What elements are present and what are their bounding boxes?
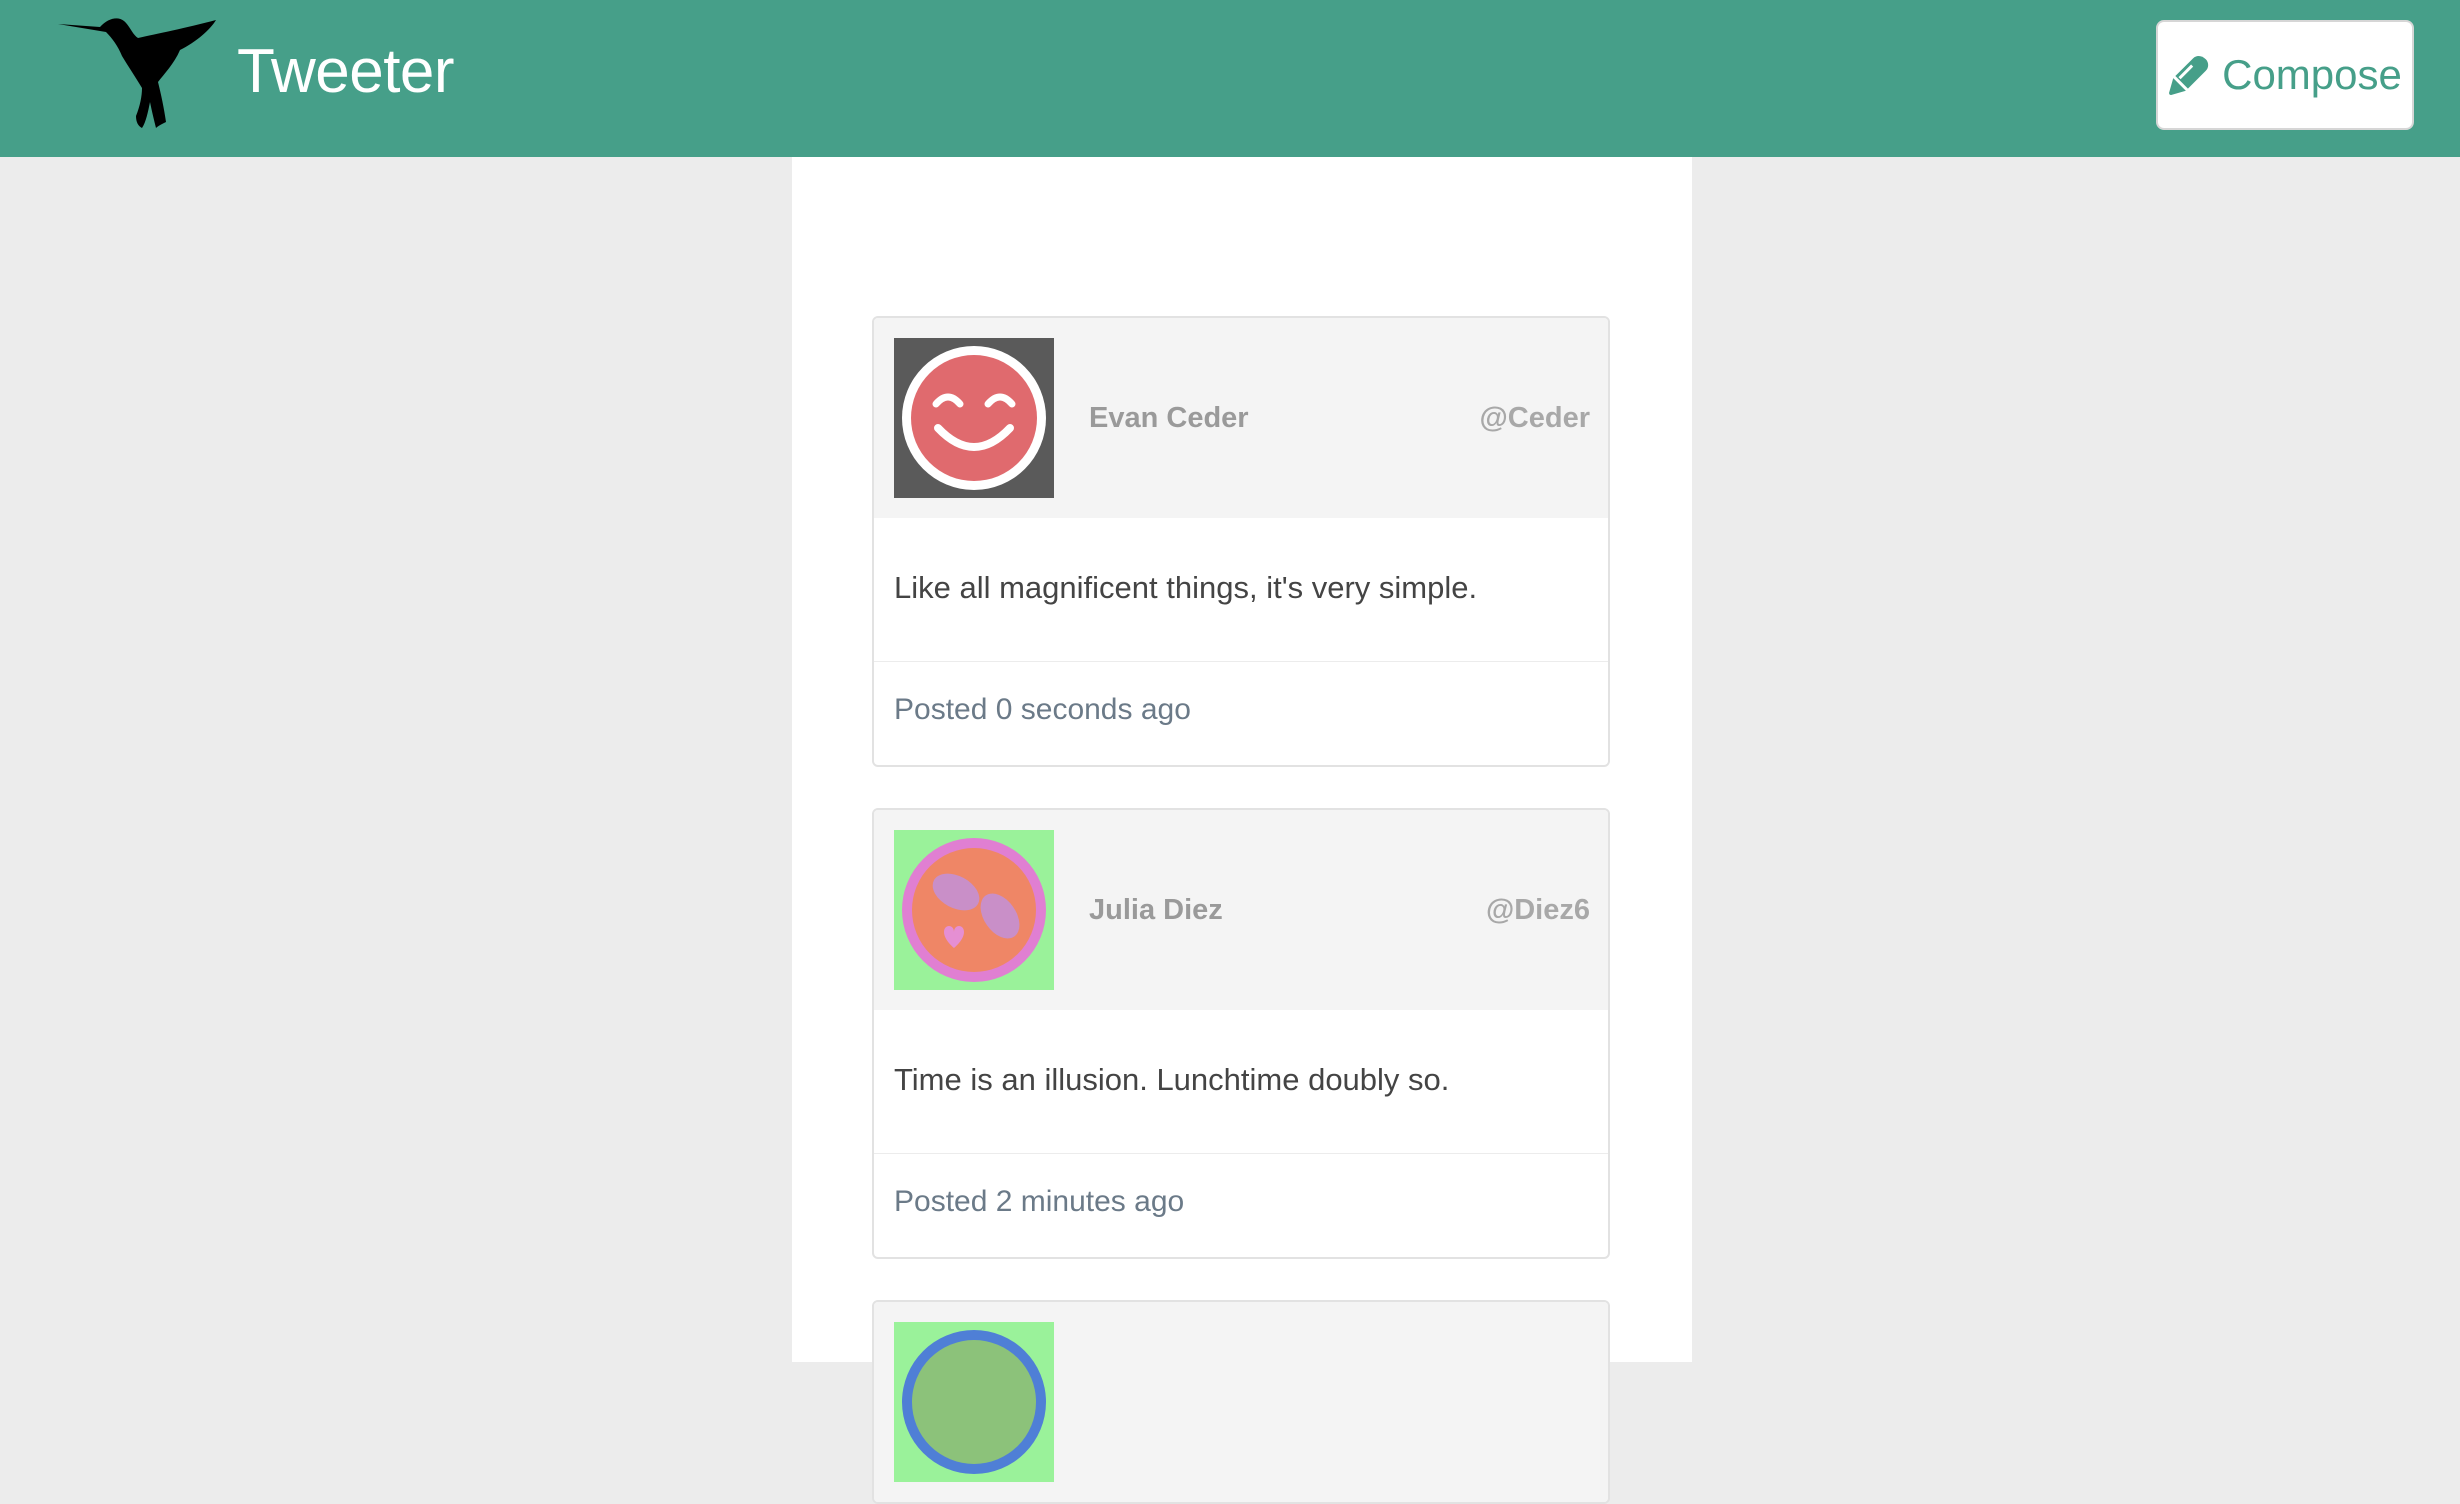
pen-icon: [2169, 55, 2209, 95]
tweet-user-handle: @Diez6: [1485, 894, 1590, 926]
smiley-face-icon: [894, 338, 1054, 498]
tweet-text: Like all magnificent things, it's very s…: [874, 518, 1608, 662]
app-title[interactable]: Tweeter: [237, 36, 455, 108]
tweet-header: [874, 1302, 1608, 1502]
tweet-header: Julia Diez @Diez6: [874, 810, 1608, 1010]
tweet-feed: Evan Ceder @Ceder Like all magnificent t…: [792, 157, 1692, 1504]
tweet-user-handle: @Ceder: [1479, 402, 1590, 434]
compose-label: Compose: [2222, 51, 2402, 98]
hummingbird-icon[interactable]: [58, 16, 218, 131]
tweet-timestamp: Posted 0 seconds ago: [894, 693, 1191, 726]
tweet-card: Julia Diez @Diez6 Time is an illusion. L…: [872, 808, 1610, 1259]
tweet-card: Evan Ceder @Ceder Like all magnificent t…: [872, 316, 1610, 767]
tweet-text: Time is an illusion. Lunchtime doubly so…: [874, 1010, 1608, 1154]
tweet-user-name: Evan Ceder: [1089, 402, 1249, 434]
tweet-user-name: Julia Diez: [1089, 894, 1223, 926]
compose-button[interactable]: Compose: [2156, 20, 2414, 130]
face-icon: [894, 1322, 1054, 1482]
tweet-header: Evan Ceder @Ceder: [874, 318, 1608, 518]
tweet-card: [872, 1300, 1610, 1504]
sunglasses-face-icon: [894, 830, 1054, 990]
tweet-timestamp: Posted 2 minutes ago: [894, 1185, 1185, 1218]
top-navbar: Tweeter Compose: [0, 0, 2460, 157]
